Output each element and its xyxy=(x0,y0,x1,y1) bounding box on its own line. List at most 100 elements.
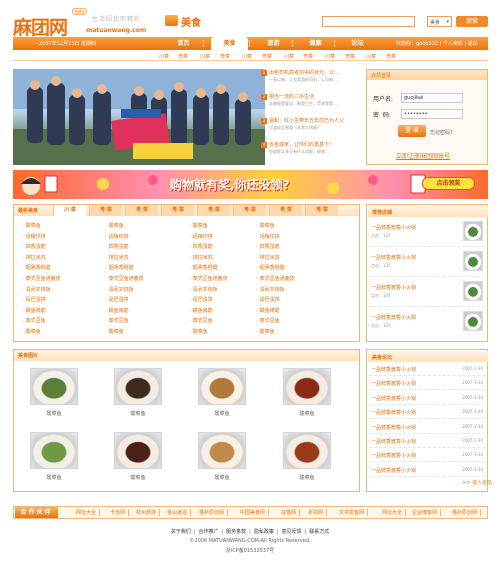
forum-post[interactable]: 一品鲜香酱香小火锅 2007-1-30 xyxy=(369,376,485,391)
forum-post[interactable]: 一品鲜香酱香小火锅 2007-1-30 xyxy=(369,391,485,405)
dish-caption[interactable]: 酸菜鱼 xyxy=(283,474,331,481)
partner-link[interactable]: 卡当网 xyxy=(110,509,130,516)
recipe-link[interactable]: 泰式豆鱼 xyxy=(256,317,280,324)
password-field[interactable]: •••••••• xyxy=(401,109,463,119)
recipe-link[interactable]: 烟熏香棍醋 xyxy=(189,264,218,271)
subnav-item[interactable]: 粤菜 xyxy=(303,53,313,60)
forum-post-title[interactable]: 一品鲜香酱香小火锅 xyxy=(371,380,416,387)
news-item[interactable]: 3 温和：红小生带年五年前已为人父 过渡成怎感道《非常大明星》 xyxy=(261,117,360,141)
recipe-link[interactable]: 四香蛋筋 xyxy=(189,243,213,250)
enter-forum-link[interactable]: >> 进入论坛 xyxy=(462,479,492,486)
recipe-link[interactable]: 清武叉烧饭 xyxy=(189,286,218,293)
recipe-link[interactable]: 鳗鱼烤筋 xyxy=(256,307,280,314)
forum-post-title[interactable]: 一品鲜香酱香小火锅 xyxy=(371,452,416,459)
shop-thumbnail[interactable] xyxy=(463,311,483,331)
partner-link[interactable]: 中国美食网 xyxy=(240,509,270,516)
footer-about[interactable]: 关于我们 xyxy=(171,529,191,535)
nav-food[interactable]: 美食 xyxy=(211,37,248,50)
partner-link[interactable]: 猫扑原创网 xyxy=(452,509,482,516)
recipe-link[interactable]: 烟熏香棍醋 xyxy=(105,264,134,271)
nav-health[interactable]: 健康 xyxy=(297,37,334,50)
forum-post[interactable]: 一品鲜香酱香小火锅 2007-1-30 xyxy=(369,434,485,448)
recipe-link[interactable]: 四香蛋筋 xyxy=(256,243,280,250)
recipe-link[interactable]: 酸菜鱼 xyxy=(105,222,124,229)
recipe-link[interactable]: 酸菜鱼 xyxy=(256,328,275,335)
recipe-link[interactable]: 排拉米苏 xyxy=(189,254,213,261)
news-item[interactable]: 1 出租司机高考前中的状元，公… 一直以来，公交简游的司机，公司有… xyxy=(261,69,360,93)
footer-privacy[interactable]: 隐私政策 xyxy=(254,529,274,535)
tab-cantonese[interactable]: 粤 菜 xyxy=(233,205,266,216)
tab-cantonese[interactable]: 粤 菜 xyxy=(197,205,230,216)
tab-cantonese[interactable]: 粤 菜 xyxy=(125,205,158,216)
recipe-link[interactable]: 四香蛋筋 xyxy=(105,243,129,250)
register-link[interactable]: 立即注册麻团网账号 xyxy=(396,151,450,160)
news-title[interactable]: 温和：红小生带年五年前已为人父 xyxy=(269,117,361,124)
recipe-link[interactable]: 鳗鱼烤筋 xyxy=(22,307,46,314)
subnav-item[interactable]: 川菜 xyxy=(159,53,169,60)
nav-travel[interactable]: 旅游 xyxy=(255,37,292,50)
forum-post[interactable]: 一品鲜香酱香小火锅 2007-1-30 xyxy=(369,463,485,477)
recipe-link[interactable]: 鳗鱼烤筋 xyxy=(189,307,213,314)
subnav-item[interactable]: 川菜 xyxy=(366,53,376,60)
recipe-link[interactable]: 是巴蛋饼 xyxy=(256,296,280,303)
tab-sichuan[interactable]: 川 菜 xyxy=(53,205,86,216)
recipe-link[interactable]: 鳗鱼烤筋 xyxy=(105,307,129,314)
search-input[interactable] xyxy=(322,16,415,27)
recipe-link[interactable]: 话梅仔排 xyxy=(22,233,46,240)
partner-link[interactable]: 企业博客网 xyxy=(412,509,442,516)
forum-post-title[interactable]: 一品鲜香酱香小火锅 xyxy=(371,366,416,373)
forum-post-title[interactable]: 一品鲜香酱香小火锅 xyxy=(371,424,416,431)
recipe-link[interactable]: 排拉米苏 xyxy=(256,254,280,261)
news-title[interactable]: 省色或家，让你们的勇基下! xyxy=(269,141,361,148)
footer-contact[interactable]: 联系方式 xyxy=(309,529,329,535)
subnav-item[interactable]: 粤菜 xyxy=(345,53,355,60)
dish-photo[interactable] xyxy=(30,432,78,469)
dish-photo[interactable] xyxy=(30,368,78,405)
shop-item[interactable]: 一品鲜香酱香小火锅 点击：137 xyxy=(369,247,485,277)
claim-prize-button[interactable]: 点击领奖 xyxy=(422,177,475,190)
login-button[interactable]: 登 录 xyxy=(398,125,426,137)
tab-cantonese[interactable]: 粤 菜 xyxy=(305,205,338,216)
recipe-link[interactable]: 酸菜鱼 xyxy=(189,328,208,335)
dish-caption[interactable]: 酸菜鱼 xyxy=(30,410,78,417)
recipe-link[interactable]: 四香蛋筋 xyxy=(22,243,46,250)
forum-post-title[interactable]: 一品鲜香酱香小火锅 xyxy=(371,409,416,416)
dish-caption[interactable]: 酸菜鱼 xyxy=(198,474,246,481)
dish-photo[interactable] xyxy=(283,368,331,405)
dish-photo[interactable] xyxy=(114,368,162,405)
footer-feedback[interactable]: 意见反馈 xyxy=(282,529,302,535)
dish-photo[interactable] xyxy=(198,432,246,469)
forum-post[interactable]: 一品鲜香酱香小火锅 2007-1-30 xyxy=(369,420,485,434)
subnav-item[interactable]: 川菜 xyxy=(325,53,335,60)
forum-post-title[interactable]: 一品鲜香酱香小火锅 xyxy=(371,467,416,474)
recipe-link[interactable]: 排拉米苏 xyxy=(22,254,46,261)
dish-photo[interactable] xyxy=(198,368,246,405)
nav-home[interactable]: 首页 xyxy=(165,37,202,50)
shop-name[interactable]: 一品鲜香酱香小火锅 xyxy=(371,314,416,321)
recipe-link[interactable]: 清武叉烧饭 xyxy=(22,286,51,293)
tab-cantonese[interactable]: 粤 菜 xyxy=(161,205,194,216)
recipe-link[interactable]: 酸菜鱼 xyxy=(256,222,275,229)
shop-thumbnail[interactable] xyxy=(463,281,483,301)
recipe-link[interactable]: 清武叉烧饭 xyxy=(256,286,285,293)
subnav-item[interactable]: 粤菜 xyxy=(386,53,396,60)
recipe-link[interactable]: 是巴蛋饼 xyxy=(189,296,213,303)
dish-photo[interactable] xyxy=(283,432,331,469)
shop-item[interactable]: 一品鲜香酱香小火锅 点击：137 xyxy=(369,217,485,247)
partner-link[interactable]: 杭州旅游 xyxy=(136,509,161,516)
subnav-item[interactable]: 粤菜 xyxy=(178,53,188,60)
subnav-item[interactable]: 粤菜 xyxy=(262,53,272,60)
partner-link[interactable]: 猫扑原创网 xyxy=(199,509,229,516)
partner-link[interactable]: 网址大全 xyxy=(76,509,101,516)
shop-item[interactable]: 一品鲜香酱香小火锅 点击：137 xyxy=(369,277,485,307)
recipe-link[interactable]: 泰式豆鱼通鹿皮 xyxy=(256,275,295,282)
recipe-link[interactable]: 排拉米苏 xyxy=(105,254,129,261)
news-title[interactable]: 出租司机高考前中的状元，公… xyxy=(269,69,361,76)
forum-post-title[interactable]: 一品鲜香酱香小火锅 xyxy=(371,395,416,402)
shop-name[interactable]: 一品鲜香酱香小火锅 xyxy=(371,284,416,291)
news-item[interactable]: 4 省色或家，让你们的勇基下! 你说那么多又有什么用呢，很幸… xyxy=(261,141,360,165)
subnav-item[interactable]: 川菜 xyxy=(284,53,294,60)
partner-link[interactable]: 文学爱客网 xyxy=(339,509,369,516)
recipe-link[interactable]: 话梅仔排 xyxy=(189,233,213,240)
subnav-item[interactable]: 川菜 xyxy=(200,53,210,60)
